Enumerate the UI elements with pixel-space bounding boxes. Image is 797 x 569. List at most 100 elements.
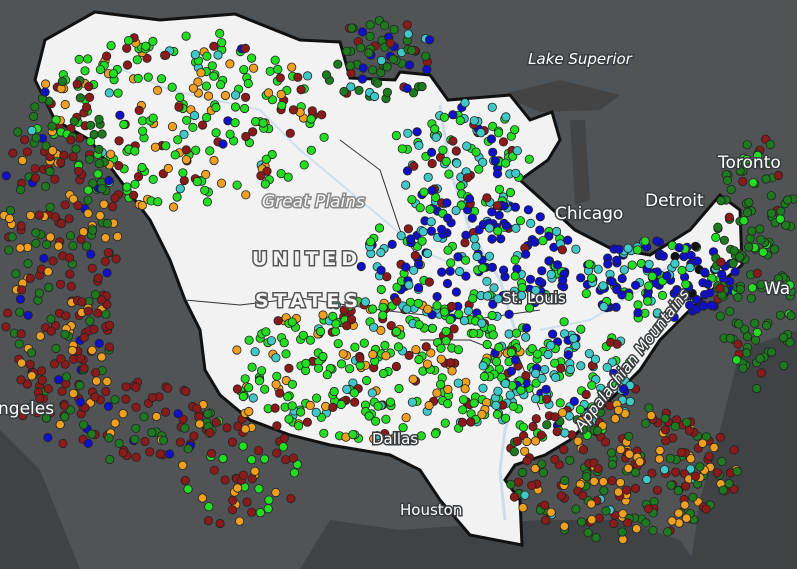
site-marker[interactable] — [110, 394, 120, 405]
site-marker[interactable] — [779, 360, 789, 371]
site-marker[interactable] — [501, 112, 511, 122]
site-marker[interactable] — [209, 71, 219, 81]
site-marker[interactable] — [448, 136, 458, 146]
site-marker[interactable] — [287, 317, 297, 327]
site-marker[interactable] — [179, 175, 189, 186]
site-marker[interactable] — [426, 217, 436, 227]
site-marker[interactable] — [238, 470, 248, 480]
site-marker[interactable] — [427, 185, 437, 196]
site-marker[interactable] — [614, 244, 624, 254]
site-marker[interactable] — [131, 382, 141, 392]
site-marker[interactable] — [487, 262, 497, 272]
site-marker[interactable] — [91, 368, 101, 378]
site-marker[interactable] — [101, 386, 111, 397]
site-marker[interactable] — [94, 114, 104, 124]
site-marker[interactable] — [643, 504, 654, 514]
site-marker[interactable] — [741, 348, 752, 358]
site-marker[interactable] — [674, 508, 684, 518]
site-marker[interactable] — [652, 485, 663, 495]
site-marker[interactable] — [505, 390, 515, 400]
site-marker[interactable] — [106, 40, 116, 51]
site-marker[interactable] — [402, 304, 412, 314]
site-marker[interactable] — [180, 475, 190, 486]
site-marker[interactable] — [697, 438, 708, 448]
site-marker[interactable] — [196, 68, 206, 78]
site-marker[interactable] — [95, 211, 105, 221]
site-marker[interactable] — [79, 363, 89, 373]
site-marker[interactable] — [594, 513, 604, 523]
site-marker[interactable] — [512, 436, 523, 446]
site-marker[interactable] — [391, 130, 401, 141]
site-marker[interactable] — [148, 36, 158, 47]
site-marker[interactable] — [681, 513, 692, 523]
site-marker[interactable] — [241, 92, 251, 102]
site-marker[interactable] — [670, 258, 680, 269]
site-marker[interactable] — [642, 296, 653, 306]
site-marker[interactable] — [432, 388, 442, 398]
site-marker[interactable] — [244, 406, 254, 417]
site-marker[interactable] — [256, 171, 266, 181]
site-marker[interactable] — [122, 60, 133, 70]
site-marker[interactable] — [666, 480, 676, 490]
site-marker[interactable] — [439, 112, 449, 122]
site-marker[interactable] — [317, 110, 327, 120]
site-marker[interactable] — [358, 63, 368, 73]
site-marker[interactable] — [642, 474, 652, 485]
site-marker[interactable] — [619, 265, 629, 275]
site-marker[interactable] — [538, 468, 549, 478]
site-marker[interactable] — [88, 178, 98, 188]
site-marker[interactable] — [298, 330, 308, 340]
site-marker[interactable] — [30, 173, 41, 183]
site-marker[interactable] — [261, 327, 271, 337]
site-marker[interactable] — [188, 83, 198, 93]
site-marker[interactable] — [388, 54, 398, 64]
site-marker[interactable] — [284, 414, 294, 424]
site-marker[interactable] — [307, 106, 317, 116]
site-marker[interactable] — [72, 79, 82, 89]
site-marker[interactable] — [411, 344, 421, 355]
site-marker[interactable] — [94, 144, 104, 154]
site-marker[interactable] — [387, 239, 397, 249]
site-marker[interactable] — [305, 400, 315, 410]
site-marker[interactable] — [735, 284, 745, 294]
site-marker[interactable] — [311, 393, 322, 403]
site-marker[interactable] — [401, 262, 411, 272]
site-marker[interactable] — [349, 388, 359, 398]
site-marker[interactable] — [254, 376, 265, 386]
site-marker[interactable] — [701, 504, 711, 514]
site-marker[interactable] — [90, 290, 101, 300]
site-marker[interactable] — [578, 444, 589, 455]
site-marker[interactable] — [23, 258, 33, 269]
site-marker[interactable] — [690, 471, 701, 481]
site-marker[interactable] — [421, 342, 431, 352]
site-marker[interactable] — [202, 51, 212, 61]
site-marker[interactable] — [104, 88, 114, 98]
site-marker[interactable] — [83, 195, 93, 205]
site-marker[interactable] — [609, 518, 619, 529]
site-marker[interactable] — [484, 223, 495, 233]
site-marker[interactable] — [563, 350, 573, 360]
site-marker[interactable] — [747, 226, 757, 236]
site-marker[interactable] — [453, 252, 463, 262]
site-marker[interactable] — [576, 324, 586, 334]
site-marker[interactable] — [635, 457, 645, 467]
site-marker[interactable] — [512, 146, 522, 156]
site-marker[interactable] — [403, 29, 413, 39]
site-marker[interactable] — [752, 268, 762, 278]
site-marker[interactable] — [726, 184, 736, 195]
site-marker[interactable] — [718, 485, 728, 495]
site-marker[interactable] — [573, 436, 583, 446]
site-marker[interactable] — [552, 260, 563, 270]
site-marker[interactable] — [365, 237, 376, 247]
site-marker[interactable] — [445, 266, 455, 276]
site-marker[interactable] — [22, 147, 32, 157]
site-marker[interactable] — [469, 398, 479, 408]
site-marker[interactable] — [359, 338, 369, 348]
site-marker[interactable] — [508, 401, 519, 411]
site-marker[interactable] — [403, 128, 413, 138]
site-marker[interactable] — [342, 46, 352, 56]
site-marker[interactable] — [367, 388, 377, 398]
site-marker[interactable] — [50, 212, 61, 222]
site-marker[interactable] — [93, 273, 103, 283]
site-marker[interactable] — [83, 208, 93, 218]
